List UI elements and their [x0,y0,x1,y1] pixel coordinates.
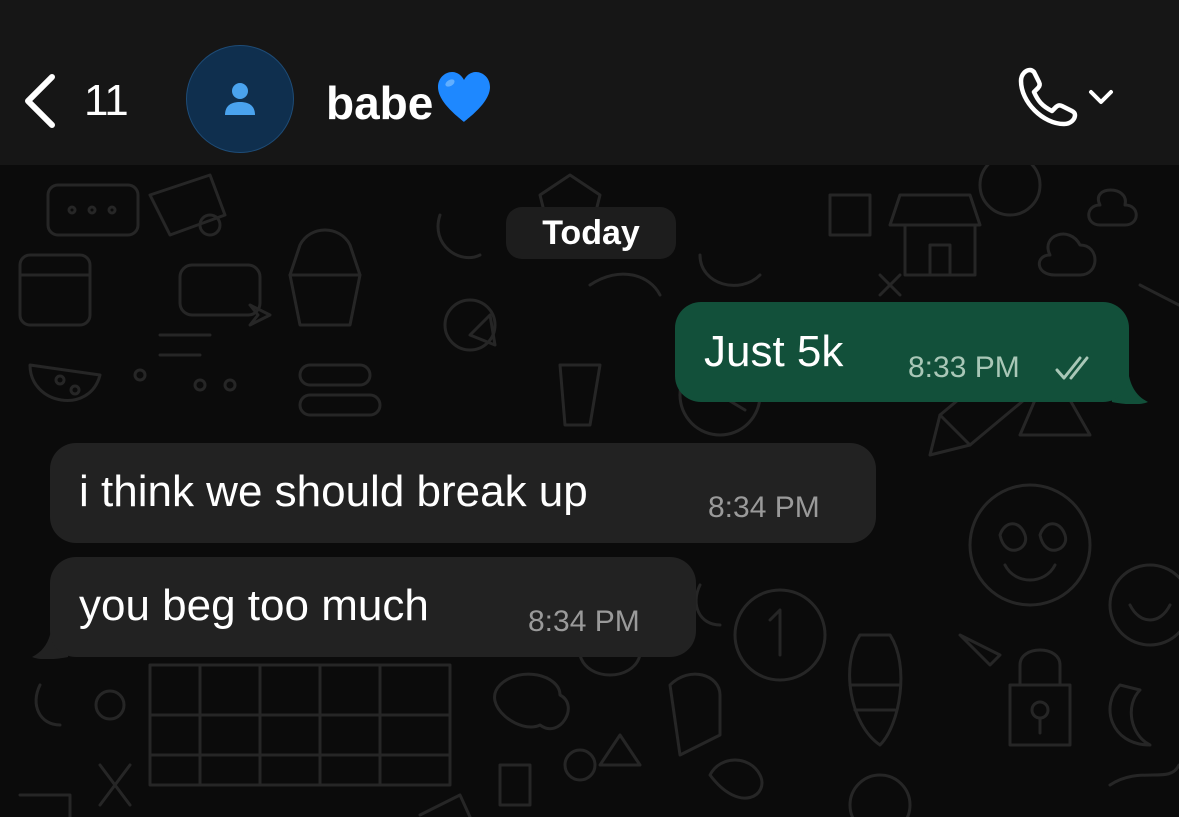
person-icon [225,83,255,115]
double-check-icon [1055,356,1089,380]
message-text: Just 5k [704,327,844,376]
message-text: i think we should break up [79,467,588,516]
contact-name-label: babe [326,76,434,129]
chevron-down-icon [1089,90,1113,104]
message-bubble-incoming[interactable]: you beg too much 8:34 PM [50,557,696,657]
back-button[interactable]: 11 [22,66,152,136]
message-text: you beg too much [79,581,429,630]
chevron-left-icon [25,74,55,128]
chat-header: 11 babe [0,0,1179,165]
date-separator: Today [506,207,676,259]
avatar[interactable] [186,45,294,153]
message-bubble-outgoing[interactable]: Just 5k 8:33 PM [675,302,1129,402]
call-button[interactable] [1016,62,1126,132]
unread-count: 11 [84,76,129,125]
phone-icon [1018,67,1078,127]
message-time: 8:34 PM [708,491,820,524]
message-bubble-incoming[interactable]: i think we should break up 8:34 PM [50,443,876,543]
message-time: 8:34 PM [528,605,640,638]
message-time: 8:33 PM [908,351,1020,384]
blue-heart-icon [435,70,493,135]
contact-name[interactable]: babe [326,70,493,135]
chat-area[interactable]: Today Just 5k 8:33 PM i think we should … [0,165,1179,817]
